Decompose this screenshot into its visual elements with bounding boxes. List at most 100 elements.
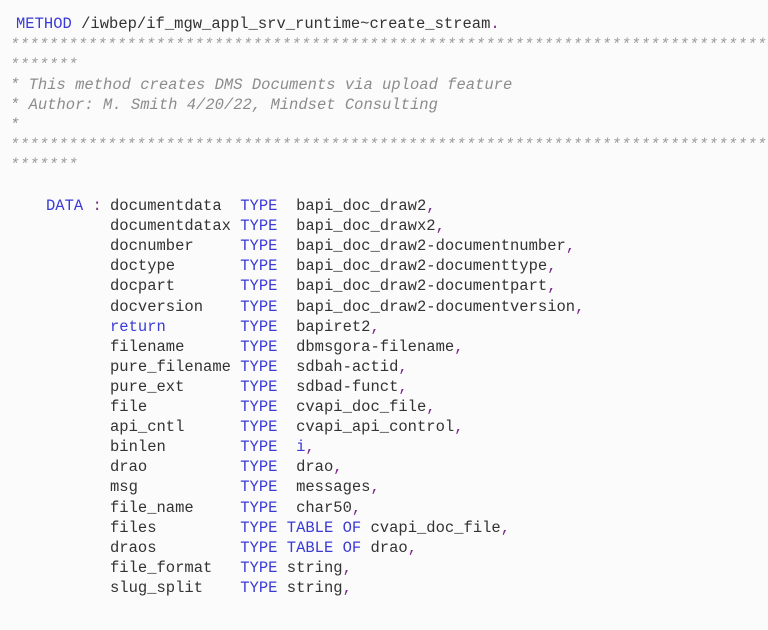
data-field-row: drao TYPE drao,: [110, 457, 343, 477]
field-type: drao: [370, 538, 408, 557]
field-separator: ,: [333, 458, 343, 477]
data-field-row: return TYPE bapiret2,: [110, 317, 380, 337]
field-name: pure_ext: [110, 377, 241, 396]
data-field-row: documentdata TYPE bapi_doc_draw2,: [110, 196, 436, 216]
field-type: bapi_doc_draw2: [296, 197, 427, 215]
field-type: char50: [296, 498, 352, 517]
type-keyword: TYPE: [240, 518, 278, 537]
table-of-keyword: TABLE OF: [286, 538, 362, 557]
field-separator: ,: [435, 217, 445, 236]
field-type: bapi_doc_draw2-documentnumber: [296, 237, 566, 256]
type-keyword: TYPE: [240, 317, 278, 336]
field-separator: ,: [547, 257, 557, 276]
method-name: /iwbep/if_mgw_appl_srv_runtime~create_st…: [81, 15, 491, 33]
type-keyword: TYPE: [240, 357, 278, 376]
data-field-row: docversion TYPE bapi_doc_draw2-documentv…: [110, 297, 584, 317]
data-field-row: docpart TYPE bapi_doc_draw2-documentpart…: [110, 276, 557, 296]
field-name: filename: [110, 337, 241, 356]
field-name: binlen: [110, 438, 241, 457]
type-keyword: TYPE: [240, 418, 278, 437]
field-separator: ,: [370, 317, 380, 336]
field-name: files: [110, 518, 241, 537]
method-terminator: .: [490, 15, 500, 33]
field-name: api_cntl: [110, 418, 241, 437]
field-type: bapiret2: [296, 317, 371, 336]
field-name: draos: [110, 538, 241, 557]
data-field-row: file TYPE cvapi_doc_file,: [110, 397, 436, 417]
method-keyword: METHOD: [16, 15, 72, 33]
field-separator: ,: [370, 478, 380, 497]
data-field-row: pure_filename TYPE sdbah-actid,: [110, 357, 408, 377]
table-of-keyword: TABLE OF: [286, 518, 362, 537]
field-type: bapi_doc_draw2-documenttype: [296, 257, 548, 276]
field-separator: ,: [398, 377, 408, 396]
comment-border-line: ****************************************…: [10, 36, 767, 54]
field-type: drao: [296, 458, 334, 477]
field-separator: ,: [575, 297, 585, 316]
type-keyword: TYPE: [240, 277, 278, 296]
type-keyword: TYPE: [240, 578, 278, 597]
field-type: string: [286, 578, 343, 597]
field-separator: ,: [454, 337, 464, 356]
field-name: docversion: [110, 297, 241, 316]
field-name: docnumber: [110, 237, 241, 256]
comment-border-line-wrap: *******: [10, 156, 78, 174]
data-field-row: api_cntl TYPE cvapi_api_control,: [110, 417, 464, 437]
field-name: documentdata: [110, 197, 241, 215]
type-keyword: TYPE: [240, 398, 278, 416]
data-field-row: doctype TYPE bapi_doc_draw2-documenttype…: [110, 256, 557, 276]
type-keyword: TYPE: [240, 438, 278, 457]
field-type: cvapi_api_control: [296, 418, 455, 437]
code-editor[interactable]: METHOD /iwbep/if_mgw_appl_srv_runtime~cr…: [0, 0, 768, 630]
field-name: doctype: [110, 257, 241, 276]
field-name: slug_split: [110, 578, 241, 597]
field-separator: ,: [454, 418, 464, 437]
field-type: dbmsgora-filename: [296, 337, 455, 356]
field-type: cvapi_doc_file: [370, 518, 501, 537]
field-type: messages: [296, 478, 371, 497]
field-name: return: [110, 317, 241, 336]
field-separator: ,: [407, 538, 418, 557]
method-header-line: METHOD /iwbep/if_mgw_appl_srv_runtime~cr…: [16, 14, 500, 34]
field-separator: ,: [342, 558, 352, 577]
comment-border-line-wrap: *******: [10, 56, 78, 74]
data-field-row: msg TYPE messages,: [110, 477, 380, 497]
data-field-row: binlen TYPE i,: [110, 437, 315, 457]
field-name: file_name: [110, 498, 241, 517]
field-separator: ,: [565, 237, 576, 256]
field-separator: ,: [351, 498, 362, 517]
field-name: msg: [110, 478, 241, 497]
field-separator: ,: [426, 398, 436, 416]
type-keyword: TYPE: [240, 558, 278, 577]
type-keyword: TYPE: [240, 257, 278, 276]
data-field-row: file_format TYPE string,: [110, 558, 352, 578]
comment-border-line: ****************************************…: [10, 136, 767, 154]
data-field-row: files TYPE TABLE OF cvapi_doc_file,: [110, 518, 510, 538]
field-separator: ,: [305, 438, 315, 457]
type-keyword: TYPE: [240, 538, 278, 557]
type-keyword: TYPE: [240, 458, 278, 477]
type-keyword: TYPE: [240, 478, 278, 497]
field-type: i: [296, 438, 306, 457]
type-keyword: TYPE: [240, 217, 278, 236]
field-type: string: [286, 558, 343, 577]
field-type: bapi_doc_drawx2: [296, 217, 436, 236]
field-name: file_format: [110, 558, 241, 577]
field-type: cvapi_doc_file: [296, 398, 427, 416]
data-keyword-line: DATA :: [46, 196, 102, 216]
field-type: sdbad-funct: [296, 377, 399, 396]
comment-line: *: [10, 116, 20, 134]
field-name: drao: [110, 458, 241, 477]
type-keyword: TYPE: [240, 337, 278, 356]
type-keyword: TYPE: [240, 197, 278, 215]
data-keyword: DATA: [46, 197, 84, 215]
field-separator: ,: [547, 277, 557, 296]
field-separator: ,: [398, 357, 408, 376]
comment-line: * Author: M. Smith 4/20/22, Mindset Cons…: [10, 96, 438, 114]
field-separator: ,: [426, 197, 436, 215]
comment-line: * This method creates DMS Documents via …: [10, 76, 513, 94]
field-type: sdbah-actid: [296, 357, 399, 376]
field-type: bapi_doc_draw2-documentpart: [296, 277, 548, 296]
field-name: file: [110, 398, 241, 416]
type-keyword: TYPE: [240, 297, 278, 316]
